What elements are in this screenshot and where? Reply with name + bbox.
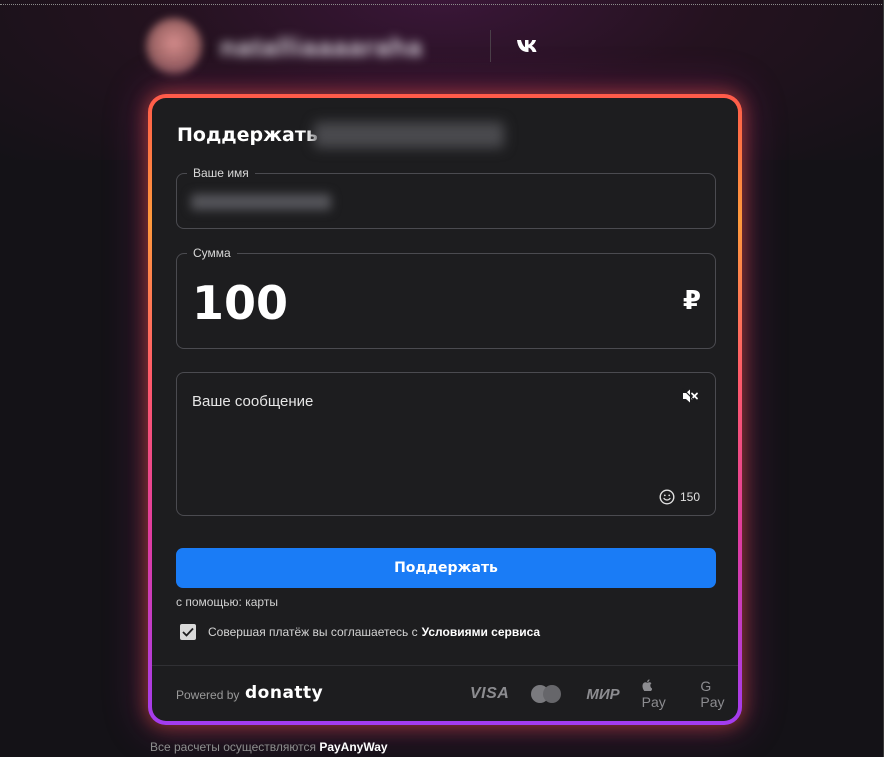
message-placeholder: Ваше сообщение xyxy=(192,393,314,410)
char-count: 150 xyxy=(679,490,700,504)
recipient-name-blurred xyxy=(314,122,504,148)
top-border xyxy=(0,4,884,5)
support-button[interactable]: Поддержать xyxy=(176,548,716,588)
card-divider xyxy=(152,665,738,666)
vk-icon[interactable] xyxy=(516,36,540,56)
streamer-header: natalliaaaaraha xyxy=(140,14,560,78)
terms-agreement[interactable]: Совершая платёж вы соглашаетесь с Услови… xyxy=(180,623,540,641)
footer-text: Все расчеты осуществляются xyxy=(150,740,316,754)
terms-link[interactable]: Условиями сервиса xyxy=(422,625,540,639)
mastercard-logo xyxy=(531,684,562,704)
checkmark-icon xyxy=(182,627,194,637)
apple-icon xyxy=(642,679,652,692)
name-value-blurred xyxy=(191,194,331,210)
mir-logo: МИР xyxy=(586,685,620,703)
payment-method-text[interactable]: с помощью: карты xyxy=(176,595,278,609)
avatar xyxy=(146,18,202,74)
name-field[interactable]: Ваше имя xyxy=(176,166,716,229)
payanyway-link[interactable]: PayAnyWay xyxy=(319,740,387,754)
donatty-logo[interactable]: donatty xyxy=(245,683,323,703)
name-field-label: Ваше имя xyxy=(187,166,255,180)
emoji-icon[interactable] xyxy=(659,489,675,505)
terms-checkbox[interactable] xyxy=(180,624,196,640)
powered-by-text: Powered by xyxy=(176,688,240,702)
amount-field-label: Сумма xyxy=(187,246,237,260)
message-field[interactable]: Ваше сообщение 150 xyxy=(176,372,716,516)
header-divider xyxy=(490,30,491,62)
terms-text: Совершая платёж вы соглашаетесь с xyxy=(208,625,418,639)
ruble-icon: ₽ xyxy=(682,286,701,316)
amount-field[interactable]: Сумма 100 ₽ xyxy=(176,246,716,349)
card-title: Поддержать xyxy=(177,124,318,146)
apple-pay-text: Pay xyxy=(641,694,666,710)
amount-value[interactable]: 100 xyxy=(192,276,288,330)
apple-pay-logo: Pay xyxy=(642,678,679,710)
visa-logo: VISA xyxy=(470,685,510,702)
google-pay-logo: G Pay xyxy=(700,678,725,710)
footer-note: Все расчеты осуществляются PayAnyWay xyxy=(150,740,388,754)
mute-icon[interactable] xyxy=(681,387,699,405)
donation-card: Поддержать Ваше имя Сумма 100 ₽ Ваше соо… xyxy=(150,96,740,723)
payment-logos: VISA МИР Pay G Pay xyxy=(470,678,738,710)
streamer-name: natalliaaaaraha xyxy=(220,32,423,62)
